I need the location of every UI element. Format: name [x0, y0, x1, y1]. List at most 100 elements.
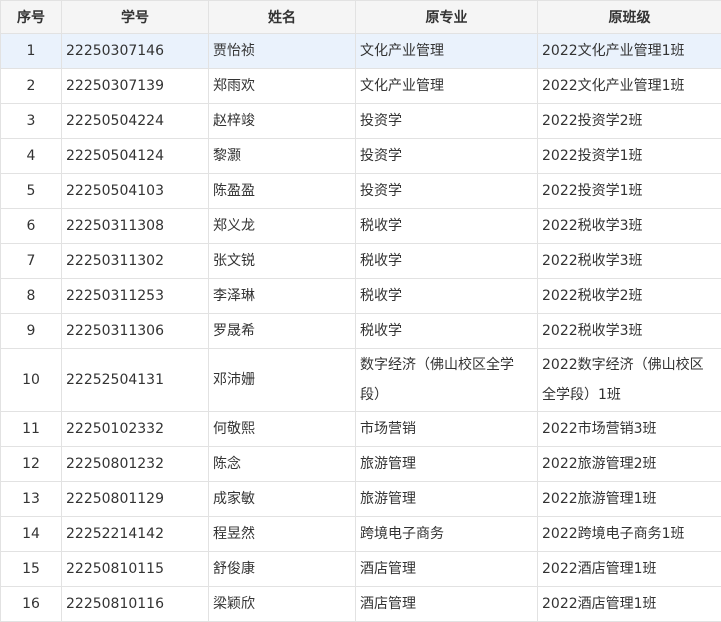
cell-class: 2022税收学3班: [538, 209, 721, 244]
header-name: 姓名: [209, 1, 356, 34]
cell-class: 2022税收学3班: [538, 314, 721, 349]
table-row[interactable]: 9 22250311306 罗晟希 税收学 2022税收学3班: [1, 314, 721, 349]
table-row[interactable]: 15 22250810115 舒俊康 酒店管理 2022酒店管理1班: [1, 552, 721, 587]
cell-name: 郑雨欢: [209, 69, 356, 104]
cell-name: 邓沛姗: [209, 349, 356, 412]
cell-name: 程昱然: [209, 517, 356, 552]
cell-index: 7: [1, 244, 62, 279]
cell-student-id: 22252214142: [62, 517, 209, 552]
header-student-id: 学号: [62, 1, 209, 34]
table-row[interactable]: 11 22250102332 何敬熙 市场营销 2022市场营销3班: [1, 412, 721, 447]
table-row[interactable]: 13 22250801129 成家敏 旅游管理 2022旅游管理1班: [1, 482, 721, 517]
cell-index: 3: [1, 104, 62, 139]
cell-index: 14: [1, 517, 62, 552]
cell-index: 8: [1, 279, 62, 314]
cell-major: 投资学: [356, 139, 538, 174]
cell-name: 梁颖欣: [209, 587, 356, 622]
table-row[interactable]: 16 22250810116 梁颖欣 酒店管理 2022酒店管理1班: [1, 587, 721, 622]
cell-index: 5: [1, 174, 62, 209]
cell-major: 旅游管理: [356, 482, 538, 517]
table-header: 序号 学号 姓名 原专业 原班级: [1, 1, 721, 34]
cell-index: 11: [1, 412, 62, 447]
cell-class: 2022投资学1班: [538, 174, 721, 209]
cell-index: 2: [1, 69, 62, 104]
cell-student-id: 22250801129: [62, 482, 209, 517]
cell-student-id: 22250307146: [62, 34, 209, 69]
cell-index: 4: [1, 139, 62, 174]
table-row[interactable]: 6 22250311308 郑义龙 税收学 2022税收学3班: [1, 209, 721, 244]
cell-class: 2022文化产业管理1班: [538, 34, 721, 69]
table-row[interactable]: 5 22250504103 陈盈盈 投资学 2022投资学1班: [1, 174, 721, 209]
cell-index: 16: [1, 587, 62, 622]
table-row[interactable]: 7 22250311302 张文锐 税收学 2022税收学3班: [1, 244, 721, 279]
cell-student-id: 22250810116: [62, 587, 209, 622]
cell-student-id: 22250504124: [62, 139, 209, 174]
cell-major: 市场营销: [356, 412, 538, 447]
cell-major: 文化产业管理: [356, 34, 538, 69]
cell-index: 9: [1, 314, 62, 349]
cell-major: 税收学: [356, 314, 538, 349]
table-body: 1 22250307146 贾怡祯 文化产业管理 2022文化产业管理1班 2 …: [1, 34, 721, 622]
table-row[interactable]: 2 22250307139 郑雨欢 文化产业管理 2022文化产业管理1班: [1, 69, 721, 104]
cell-index: 12: [1, 447, 62, 482]
cell-major: 税收学: [356, 279, 538, 314]
table-row[interactable]: 12 22250801232 陈念 旅游管理 2022旅游管理2班: [1, 447, 721, 482]
table-row[interactable]: 4 22250504124 黎灏 投资学 2022投资学1班: [1, 139, 721, 174]
cell-student-id: 22250311302: [62, 244, 209, 279]
cell-student-id: 22250307139: [62, 69, 209, 104]
cell-student-id: 22250810115: [62, 552, 209, 587]
cell-index: 1: [1, 34, 62, 69]
cell-name: 赵梓竣: [209, 104, 356, 139]
cell-class: 2022跨境电子商务1班: [538, 517, 721, 552]
table-row[interactable]: 1 22250307146 贾怡祯 文化产业管理 2022文化产业管理1班: [1, 34, 721, 69]
table-row[interactable]: 3 22250504224 赵梓竣 投资学 2022投资学2班: [1, 104, 721, 139]
cell-student-id: 22250504224: [62, 104, 209, 139]
cell-major: 酒店管理: [356, 587, 538, 622]
cell-name: 李泽琳: [209, 279, 356, 314]
cell-major: 酒店管理: [356, 552, 538, 587]
table-row[interactable]: 10 22252504131 邓沛姗 数字经济（佛山校区全学段） 2022数字经…: [1, 349, 721, 412]
cell-major: 投资学: [356, 174, 538, 209]
cell-student-id: 22250311308: [62, 209, 209, 244]
cell-name: 成家敏: [209, 482, 356, 517]
student-roster-table: 序号 学号 姓名 原专业 原班级 1 22250307146 贾怡祯 文化产业管…: [0, 0, 721, 622]
cell-student-id: 22250801232: [62, 447, 209, 482]
cell-class: 2022税收学3班: [538, 244, 721, 279]
cell-student-id: 22250311306: [62, 314, 209, 349]
cell-index: 15: [1, 552, 62, 587]
cell-major: 旅游管理: [356, 447, 538, 482]
cell-class: 2022酒店管理1班: [538, 587, 721, 622]
cell-major: 投资学: [356, 104, 538, 139]
cell-name: 何敬熙: [209, 412, 356, 447]
header-original-class: 原班级: [538, 1, 721, 34]
cell-class: 2022市场营销3班: [538, 412, 721, 447]
cell-major: 税收学: [356, 244, 538, 279]
cell-name: 陈盈盈: [209, 174, 356, 209]
cell-index: 13: [1, 482, 62, 517]
cell-class: 2022旅游管理2班: [538, 447, 721, 482]
cell-student-id: 22252504131: [62, 349, 209, 412]
header-row: 序号 学号 姓名 原专业 原班级: [1, 1, 721, 34]
cell-student-id: 22250102332: [62, 412, 209, 447]
cell-class: 2022投资学2班: [538, 104, 721, 139]
cell-name: 陈念: [209, 447, 356, 482]
header-original-major: 原专业: [356, 1, 538, 34]
cell-class: 2022税收学2班: [538, 279, 721, 314]
cell-name: 舒俊康: [209, 552, 356, 587]
cell-class: 2022酒店管理1班: [538, 552, 721, 587]
cell-name: 贾怡祯: [209, 34, 356, 69]
table-row[interactable]: 8 22250311253 李泽琳 税收学 2022税收学2班: [1, 279, 721, 314]
cell-major: 文化产业管理: [356, 69, 538, 104]
cell-student-id: 22250311253: [62, 279, 209, 314]
cell-name: 郑义龙: [209, 209, 356, 244]
cell-class: 2022旅游管理1班: [538, 482, 721, 517]
cell-major: 税收学: [356, 209, 538, 244]
cell-index: 6: [1, 209, 62, 244]
cell-name: 罗晟希: [209, 314, 356, 349]
cell-name: 张文锐: [209, 244, 356, 279]
cell-student-id: 22250504103: [62, 174, 209, 209]
table-row[interactable]: 14 22252214142 程昱然 跨境电子商务 2022跨境电子商务1班: [1, 517, 721, 552]
cell-class: 2022数字经济（佛山校区全学段）1班: [538, 349, 721, 412]
cell-name: 黎灏: [209, 139, 356, 174]
cell-class: 2022文化产业管理1班: [538, 69, 721, 104]
